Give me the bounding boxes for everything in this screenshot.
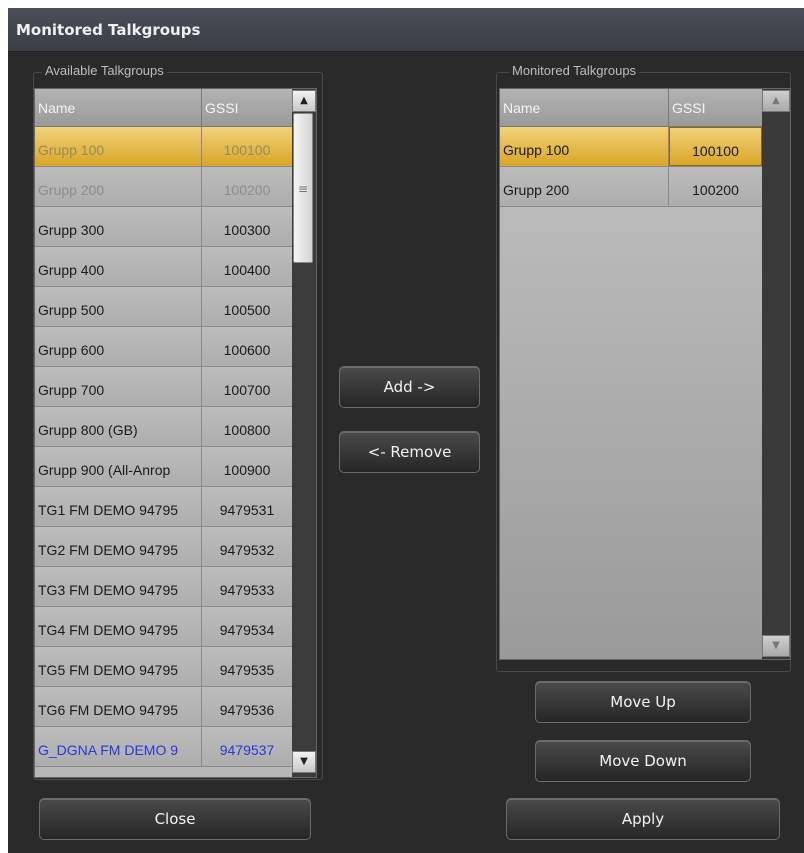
row-gssi-cell: 100100 bbox=[223, 142, 271, 158]
row-gssi-cell: 100500 bbox=[223, 302, 271, 318]
row-gssi-cell: 9479532 bbox=[219, 542, 275, 558]
row-name-cell: TG4 FM DEMO 94795 bbox=[35, 607, 202, 646]
monitored-talkgroups-label: Monitored Talkgroups bbox=[509, 63, 640, 78]
row-gssi-cell: 9479535 bbox=[219, 662, 275, 678]
monitored-column-gssi[interactable]: GSSI bbox=[669, 89, 762, 127]
mon-scroll-up-icon[interactable]: ▲ bbox=[762, 90, 790, 112]
table-row[interactable]: Grupp 500 100500 bbox=[35, 287, 292, 327]
move-up-button[interactable]: Move Up bbox=[535, 681, 751, 723]
mon-scroll-down-icon[interactable]: ▼ bbox=[762, 635, 790, 657]
row-gssi-cell: 9479537 bbox=[219, 742, 275, 758]
table-row[interactable]: TG6 FM DEMO 94795 9479536 bbox=[35, 687, 292, 727]
row-gssi-cell: 100900 bbox=[223, 462, 271, 478]
remove-button[interactable]: <- Remove bbox=[339, 431, 480, 473]
table-row[interactable]: Grupp 200 100200 bbox=[35, 167, 292, 207]
row-name-cell: Grupp 600 bbox=[35, 327, 202, 366]
row-name-cell: Grupp 300 bbox=[35, 207, 202, 246]
window-title: Monitored Talkgroups bbox=[16, 21, 201, 39]
available-scrollbar[interactable]: ▲ ≡ ▼ bbox=[292, 89, 316, 777]
monitored-table-header: Name GSSI bbox=[500, 89, 762, 127]
row-gssi-cell: 100200 bbox=[692, 182, 739, 198]
scroll-down-icon[interactable]: ▼ bbox=[292, 751, 316, 773]
row-gssi-cell: 9479531 bbox=[219, 502, 275, 518]
row-gssi-cell: 100700 bbox=[223, 382, 271, 398]
row-name-cell: Grupp 400 bbox=[35, 247, 202, 286]
monitored-scrollbar[interactable]: ▲ ▼ bbox=[762, 89, 790, 659]
row-gssi-cell: 100800 bbox=[223, 422, 271, 438]
table-row[interactable]: TG5 FM DEMO 94795 9479535 bbox=[35, 647, 292, 687]
table-row[interactable]: Grupp 100 100100 bbox=[500, 127, 762, 167]
move-down-button[interactable]: Move Down bbox=[535, 740, 751, 782]
scroll-grip-icon[interactable]: ≡ bbox=[293, 113, 313, 263]
row-name-cell: Grupp 800 (GB) bbox=[35, 407, 202, 446]
row-gssi-cell: 100200 bbox=[223, 182, 271, 198]
row-name-cell: TG3 FM DEMO 94795 bbox=[35, 567, 202, 606]
row-name-cell: TG1 FM DEMO 94795 bbox=[35, 487, 202, 526]
title-bar: Monitored Talkgroups bbox=[8, 8, 804, 52]
table-row[interactable]: Grupp 900 (All-Anrop 100900 bbox=[35, 447, 292, 487]
table-row[interactable]: TG4 FM DEMO 94795 9479534 bbox=[35, 607, 292, 647]
table-row[interactable]: G_DGNA FM DEMO 9 9479537 bbox=[35, 727, 292, 767]
row-gssi-cell: 100100 bbox=[669, 127, 762, 166]
table-row[interactable]: Grupp 700 100700 bbox=[35, 367, 292, 407]
row-name-cell: Grupp 100 bbox=[35, 127, 202, 166]
monitored-talkgroups-table[interactable]: Name GSSI Grupp 100 100100 Grupp 200 100200… bbox=[499, 88, 791, 660]
close-button[interactable]: Close bbox=[39, 798, 311, 840]
row-gssi-cell: 9479533 bbox=[219, 582, 275, 598]
row-gssi-cell: 9479536 bbox=[219, 702, 275, 718]
table-row[interactable]: Grupp 400 100400 bbox=[35, 247, 292, 287]
table-row[interactable]: TG1 FM DEMO 94795 9479531 bbox=[35, 487, 292, 527]
table-row[interactable]: TG2 FM DEMO 94795 9479532 bbox=[35, 527, 292, 567]
row-name-cell: TG6 FM DEMO 94795 bbox=[35, 687, 202, 726]
available-table-header: Name GSSI bbox=[35, 89, 292, 127]
available-talkgroups-table[interactable]: Name GSSI Grupp 100 100100 Grupp 200 100200… bbox=[34, 88, 317, 778]
row-gssi-cell: 9479534 bbox=[219, 622, 275, 638]
scroll-up-icon[interactable]: ▲ bbox=[292, 90, 316, 112]
monitored-column-name[interactable]: Name bbox=[500, 89, 669, 127]
row-name-cell: Grupp 200 bbox=[35, 167, 202, 206]
monitored-empty-area bbox=[500, 207, 762, 659]
row-gssi-cell: 100600 bbox=[223, 342, 271, 358]
row-name-cell: Grupp 500 bbox=[35, 287, 202, 326]
row-name-cell: Grupp 700 bbox=[35, 367, 202, 406]
apply-button[interactable]: Apply bbox=[506, 798, 780, 840]
row-gssi-cell: 100300 bbox=[223, 222, 271, 238]
table-row[interactable]: Grupp 300 100300 bbox=[35, 207, 292, 247]
table-row[interactable]: TG3 FM DEMO 94795 9479533 bbox=[35, 567, 292, 607]
table-row[interactable]: Grupp 100 100100 bbox=[35, 127, 292, 167]
available-column-gssi[interactable]: GSSI bbox=[202, 89, 292, 127]
row-gssi-cell: 100400 bbox=[223, 262, 271, 278]
row-name-cell: Grupp 100 bbox=[500, 127, 669, 166]
add-button[interactable]: Add -> bbox=[339, 366, 480, 408]
row-name-cell: TG2 FM DEMO 94795 bbox=[35, 527, 202, 566]
table-row[interactable]: Grupp 200 100200 bbox=[500, 167, 762, 207]
available-column-name[interactable]: Name bbox=[35, 89, 202, 127]
row-name-cell: Grupp 900 (All-Anrop bbox=[35, 447, 202, 486]
table-row[interactable]: Grupp 600 100600 bbox=[35, 327, 292, 367]
row-name-cell: G_DGNA FM DEMO 9 bbox=[35, 727, 202, 766]
available-talkgroups-label: Available Talkgroups bbox=[42, 63, 167, 78]
monitored-talkgroups-dialog: Monitored Talkgroups Available Talkgroup… bbox=[8, 8, 804, 853]
row-name-cell: TG5 FM DEMO 94795 bbox=[35, 647, 202, 686]
table-row[interactable]: Grupp 800 (GB) 100800 bbox=[35, 407, 292, 447]
row-name-cell: Grupp 200 bbox=[500, 167, 669, 206]
